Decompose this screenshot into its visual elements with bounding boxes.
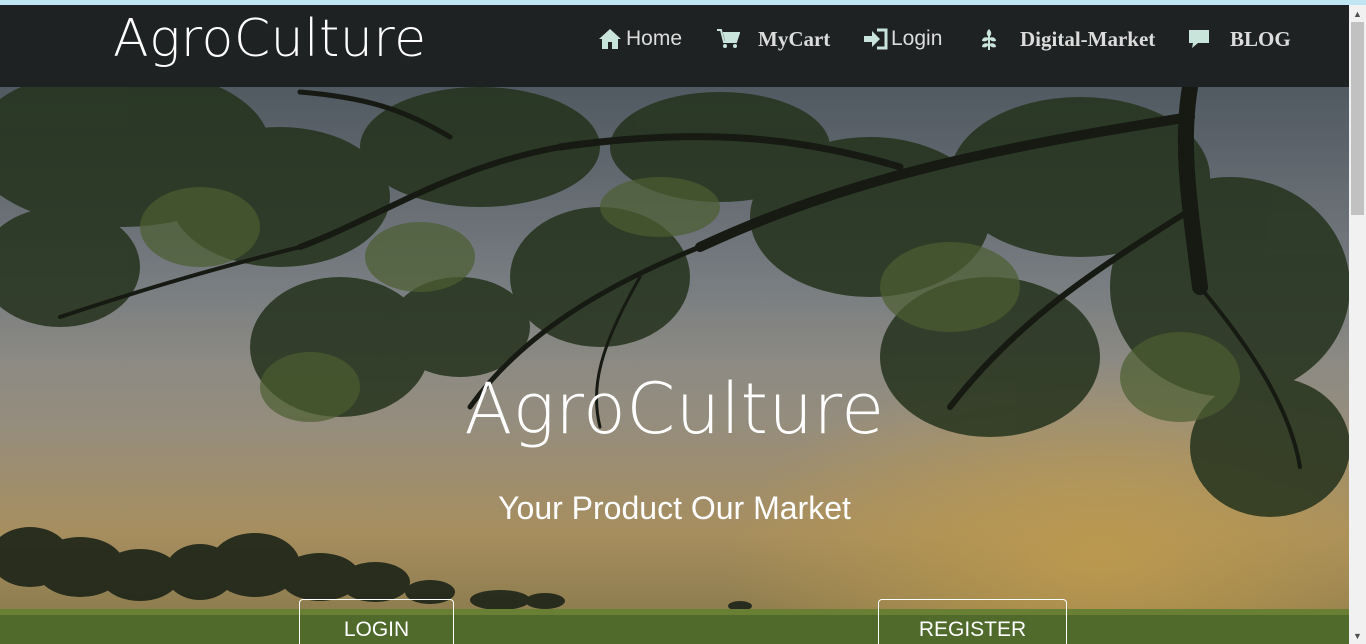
nav-blog[interactable]: BLOG: [1187, 19, 1291, 59]
nav-blog-label: BLOG: [1230, 26, 1291, 51]
scroll-up-arrow-icon[interactable]: ▲: [1349, 5, 1366, 22]
nav-digital-market[interactable]: Digital-Market: [980, 19, 1155, 59]
nav-mycart-label: MyCart: [758, 26, 831, 51]
hero-title: AgroCulture: [464, 368, 885, 450]
nav-mycart[interactable]: MyCart: [716, 19, 830, 59]
hero-background-image: [0, 87, 1349, 644]
nav-home[interactable]: Home: [598, 19, 682, 59]
page-scrollbar[interactable]: ▲ ▼: [1349, 5, 1366, 644]
scroll-thumb[interactable]: [1351, 22, 1364, 215]
cart-icon: [716, 28, 740, 50]
navbar: AgroCulture Home MyCart Login Digital-Ma…: [0, 5, 1349, 87]
leaf-icon: [980, 27, 998, 51]
comment-icon: [1187, 28, 1211, 50]
home-icon: [598, 28, 622, 50]
brand-logo[interactable]: AgroCulture: [113, 5, 427, 73]
hero-login-button[interactable]: LOGIN: [299, 599, 454, 644]
nav-home-label: Home: [626, 27, 683, 50]
scroll-down-arrow-icon[interactable]: ▼: [1349, 627, 1366, 644]
hero-section: AgroCulture Your Product Our Market LOGI…: [0, 87, 1349, 644]
nav-login-label: Login: [891, 27, 943, 50]
login-icon: [863, 28, 889, 50]
nav-digital-market-label: Digital-Market: [1020, 26, 1156, 51]
hero-subtitle: Your Product Our Market: [498, 490, 851, 526]
hero-register-button[interactable]: REGISTER: [878, 599, 1067, 644]
nav-login[interactable]: Login: [863, 19, 942, 59]
